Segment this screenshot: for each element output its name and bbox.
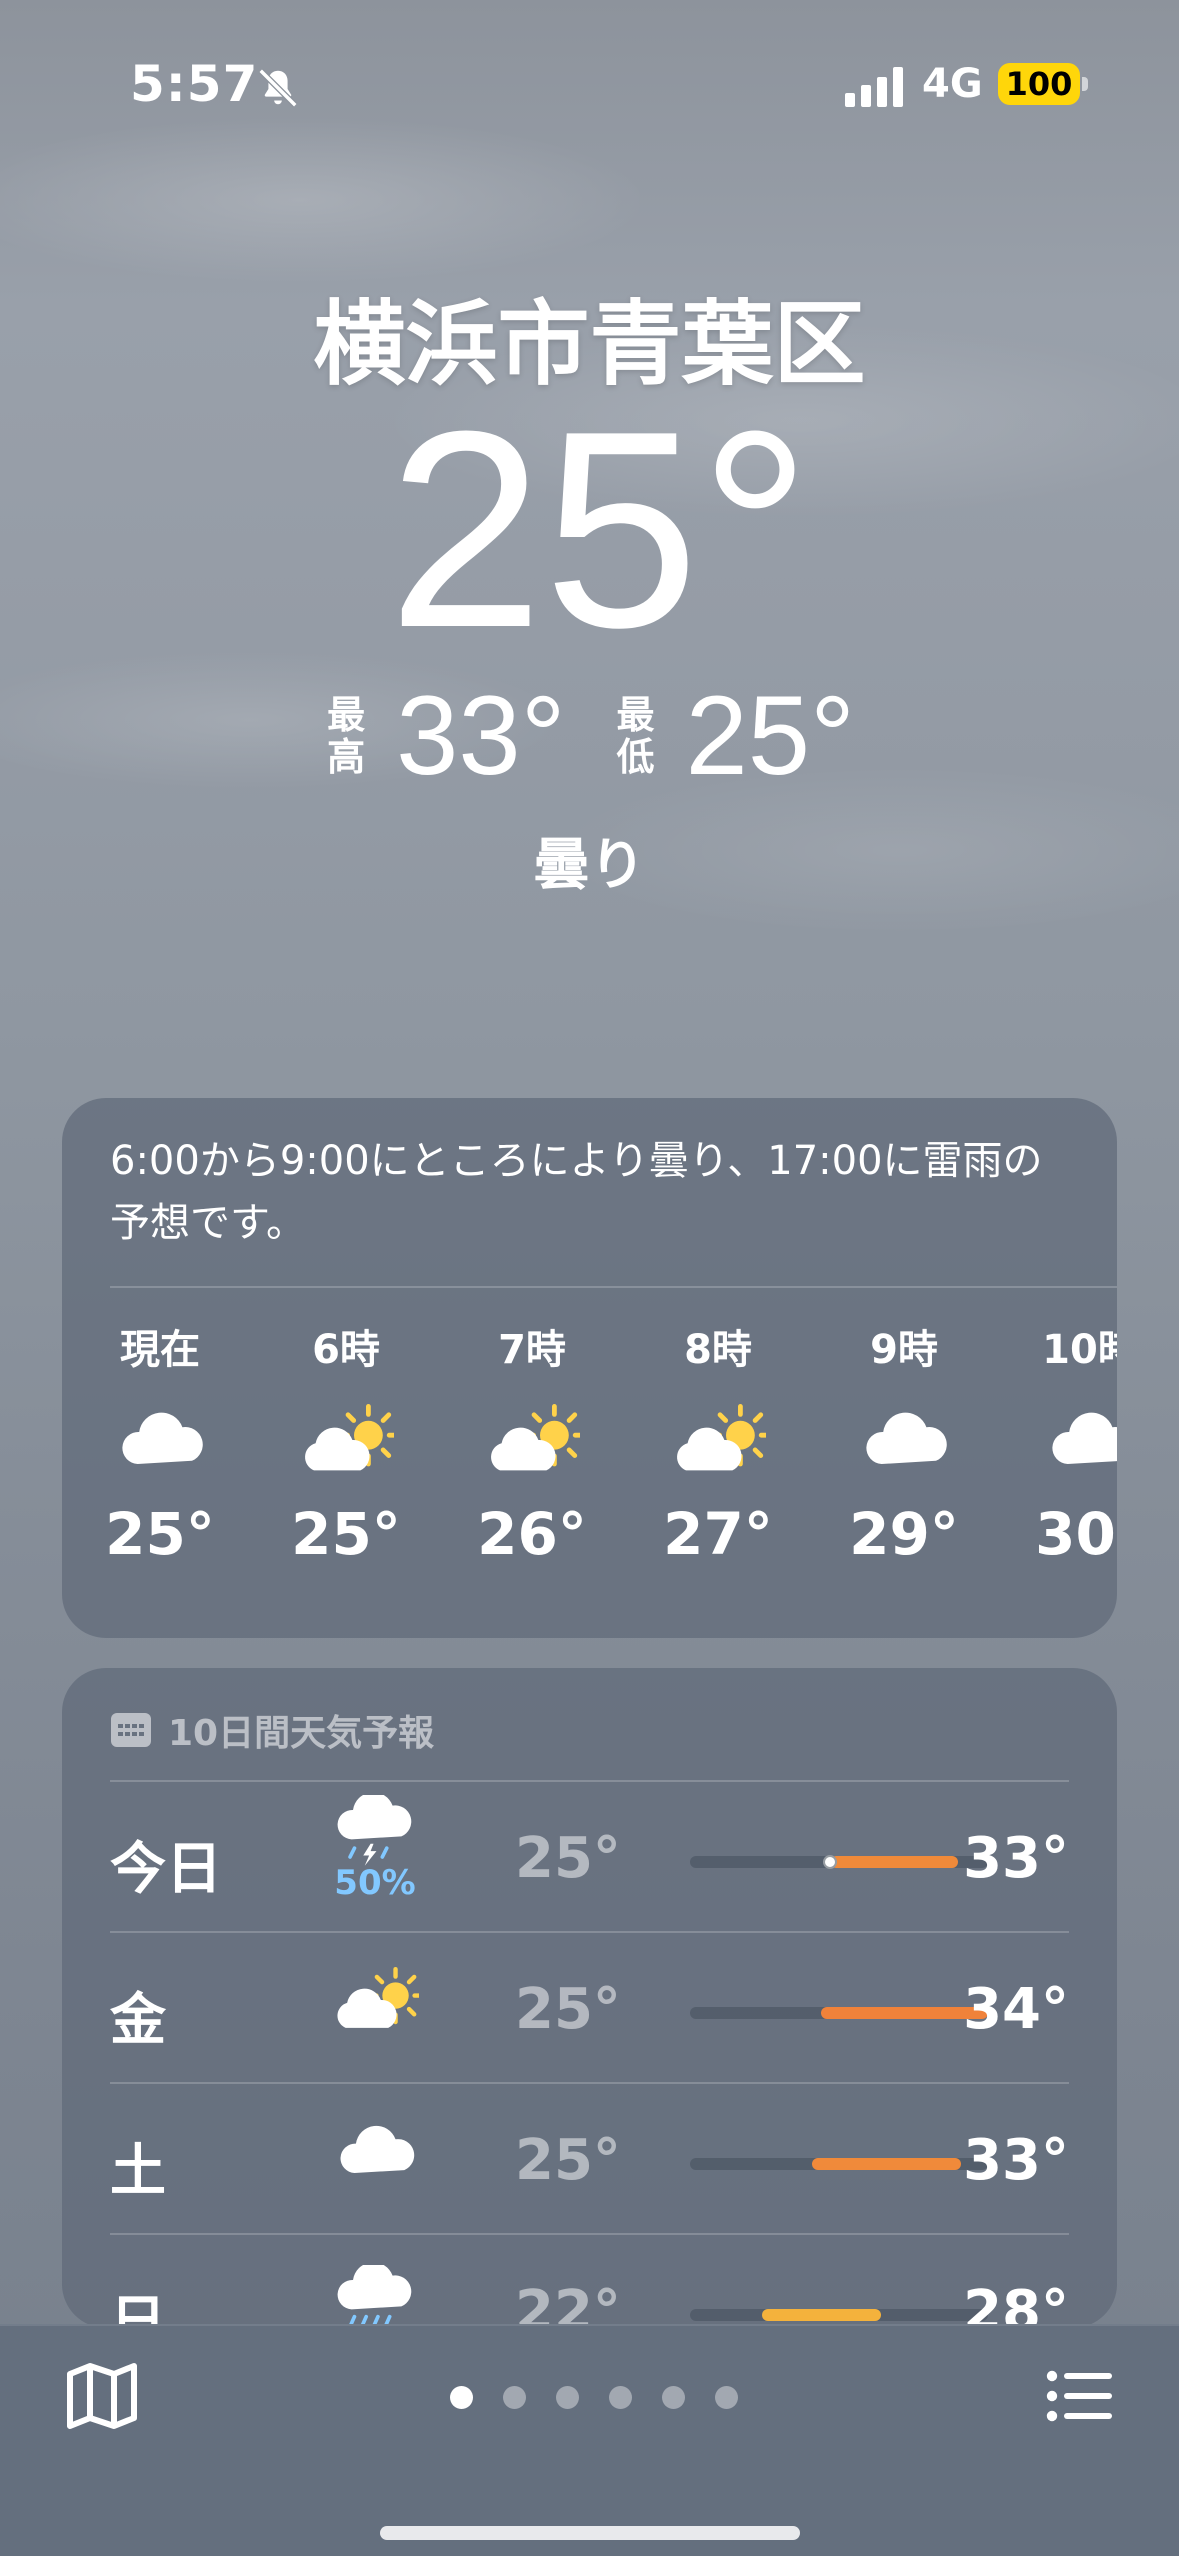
silent-bell-icon xyxy=(258,68,298,108)
high-temp: 28° xyxy=(963,2279,1069,2328)
hour-temp: 30° xyxy=(1035,1500,1117,1568)
battery-tip xyxy=(1082,77,1088,91)
page-dot[interactable] xyxy=(608,2386,632,2409)
temp-range-bar xyxy=(690,2158,988,2170)
battery-icon: 100 xyxy=(998,63,1080,105)
day-icon xyxy=(320,2096,430,2206)
temp-range-bar xyxy=(690,2309,988,2321)
high-label: 最高 xyxy=(327,693,366,779)
partly-sunny-icon xyxy=(491,1404,580,1471)
hour-label: 現在 xyxy=(120,1327,200,1373)
divider xyxy=(110,2082,1069,2084)
low-temp: 25° xyxy=(515,2128,621,2193)
day-icon xyxy=(320,1945,430,2055)
hour-temp: 26° xyxy=(477,1500,587,1568)
cloud-icon xyxy=(1052,1412,1117,1464)
daily-forecast-title: 10日間天気予報 xyxy=(168,1713,435,1754)
low-temp: 25° xyxy=(515,1826,621,1891)
high-temp: 33° xyxy=(396,673,566,798)
high-temp: 33° xyxy=(963,2128,1069,2193)
hour-temp: 25° xyxy=(291,1500,401,1568)
page-dot[interactable] xyxy=(661,2386,685,2409)
partly-sunny-icon xyxy=(677,1404,766,1471)
hour-label: 7時 xyxy=(498,1327,566,1373)
page-dot[interactable] xyxy=(714,2386,738,2409)
temp-range-bar xyxy=(690,2007,988,2019)
thunderstorm-icon xyxy=(337,1795,412,1866)
divider xyxy=(110,2233,1069,2235)
day-icon: 50% xyxy=(320,1794,430,1904)
cloud-icon xyxy=(122,1412,203,1464)
cloud-icon xyxy=(866,1412,947,1464)
hourly-item: 7時 26° xyxy=(452,1320,612,1568)
status-time: 5:57 xyxy=(130,55,259,113)
cellular-signal-icon xyxy=(845,67,903,107)
high-low: 最高 33° 最低 25° xyxy=(0,680,1179,792)
high-temp: 34° xyxy=(963,1977,1069,2042)
home-indicator xyxy=(380,2526,800,2540)
day-label: 今日 xyxy=(110,1837,222,1902)
temp-range-fill xyxy=(830,1856,959,1868)
hour-icon xyxy=(452,1380,612,1500)
hour-temp: 29° xyxy=(849,1500,959,1568)
daily-forecast-header: 10日間天気予報 xyxy=(110,1704,434,1756)
hour-label: 9時 xyxy=(870,1327,938,1373)
hourly-item: 10時 30° xyxy=(1010,1320,1117,1568)
hourly-item: 9時 29° xyxy=(824,1320,984,1568)
page-dot[interactable] xyxy=(449,2386,473,2409)
daily-forecast-card[interactable]: 10日間天気予報 今日 50% 25° 33° 金 25° 34° 土 25° … xyxy=(62,1668,1117,2328)
hourly-item: 6時 25° xyxy=(266,1320,426,1568)
day-label: 日 xyxy=(110,2290,166,2328)
temp-range-fill xyxy=(812,2158,962,2170)
divider xyxy=(110,1286,1117,1288)
hour-temp: 27° xyxy=(663,1500,773,1568)
day-label: 土 xyxy=(110,2139,166,2204)
hour-icon xyxy=(80,1380,240,1500)
temp-range-bar xyxy=(690,1855,988,1869)
condition: 曇り xyxy=(533,833,646,898)
divider xyxy=(110,1780,1069,1782)
status-bar: 5:57 4G 100 xyxy=(0,55,1179,125)
hourly-item: 8時 27° xyxy=(638,1320,798,1568)
rain-icon xyxy=(337,2265,412,2328)
current-temp-marker xyxy=(823,1855,838,1869)
hour-temp: 25° xyxy=(105,1500,215,1568)
high-temp: 33° xyxy=(963,1826,1069,1891)
hour-icon xyxy=(638,1380,798,1500)
cloud-icon xyxy=(340,2125,415,2173)
low-temp: 25° xyxy=(515,1977,621,2042)
day-icon xyxy=(320,2247,430,2328)
hourly-item: 現在 25° xyxy=(80,1320,240,1568)
current-temperature: 25° xyxy=(387,374,812,686)
hourly-list[interactable]: 現在 25°6時 25°7時 26°8時 27°9時 29°10時 30° xyxy=(105,1320,1117,1620)
precip-chance: 50% xyxy=(334,1863,416,1903)
hour-label: 6時 xyxy=(312,1327,380,1373)
temp-range-fill xyxy=(761,2309,881,2321)
page-indicator[interactable] xyxy=(0,2386,1179,2409)
page-dot[interactable] xyxy=(502,2386,526,2409)
daily-row[interactable]: 金 25° 34° xyxy=(110,1931,1069,2081)
page-dot[interactable] xyxy=(555,2386,579,2409)
daily-row[interactable]: 日 22° 28° xyxy=(110,2233,1069,2328)
forecast-summary: 6:00から9:00にところにより曇り、17:00に雷雨の予想です。 xyxy=(110,1138,1043,1246)
divider xyxy=(110,1931,1069,1933)
day-label: 金 xyxy=(110,1988,166,2053)
hour-icon xyxy=(266,1380,426,1500)
hour-label: 10時 xyxy=(1042,1327,1117,1373)
low-label: 最低 xyxy=(616,693,655,779)
bottom-toolbar xyxy=(0,2324,1179,2556)
list-icon[interactable] xyxy=(1040,2356,1120,2436)
partly-sunny-icon xyxy=(305,1404,394,1471)
calendar-icon xyxy=(111,1713,151,1747)
hourly-forecast-card[interactable]: 6:00から9:00にところにより曇り、17:00に雷雨の予想です。 現在 25… xyxy=(62,1098,1117,1638)
daily-row[interactable]: 今日 50% 25° 33° xyxy=(110,1780,1069,1930)
daily-row[interactable]: 土 25° 33° xyxy=(110,2082,1069,2232)
low-temp: 25° xyxy=(685,673,855,798)
hour-icon xyxy=(1010,1380,1117,1500)
partly-sunny-icon xyxy=(337,1966,419,2028)
hour-label: 8時 xyxy=(684,1327,752,1373)
network-type: 4G xyxy=(922,61,983,107)
low-temp: 22° xyxy=(515,2279,621,2328)
hour-icon xyxy=(824,1380,984,1500)
